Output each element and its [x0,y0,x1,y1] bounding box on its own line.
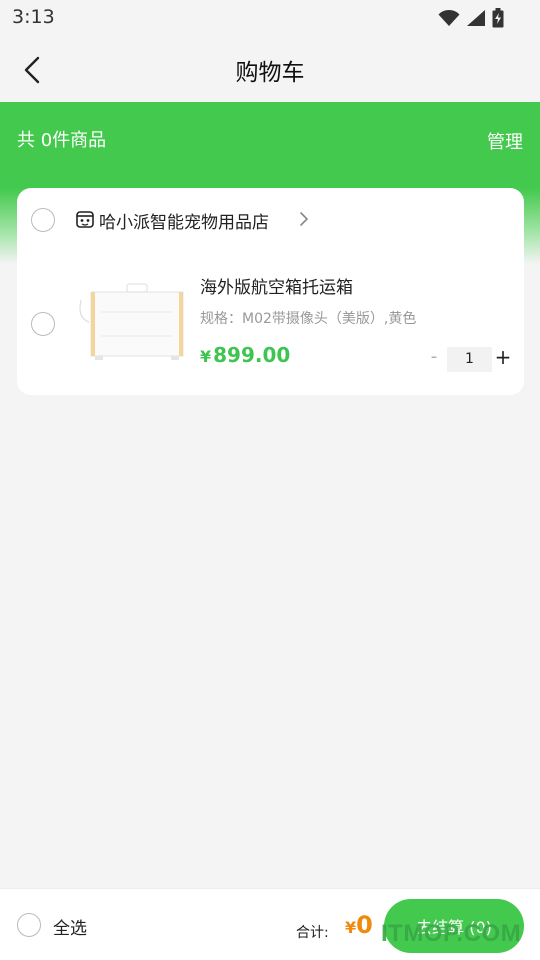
item-count: 共 0件商品 [17,130,107,151]
quantity-decrease-button[interactable]: - [425,346,443,367]
select-all-radio[interactable] [17,913,41,937]
product-price: ¥899.00 [200,343,290,367]
signal-icon [467,10,485,26]
chevron-right-icon[interactable] [299,211,309,227]
page-title: 购物车 [235,60,305,86]
status-time: 3:13 [12,6,55,28]
wifi-icon [438,10,460,26]
store-name[interactable]: 哈小派智能宠物用品店 [99,208,269,233]
price-currency: ¥ [200,347,212,366]
store-select-radio[interactable] [31,208,55,232]
status-icons [438,8,504,28]
quantity-value[interactable]: 1 [447,347,492,372]
price-value: 899.00 [213,343,291,367]
product-title[interactable]: 海外版航空箱托运箱 [200,273,353,298]
total-currency: ¥ [345,918,357,937]
quantity-increase-button[interactable]: + [493,345,513,369]
total-label: 合计: [296,925,329,941]
store-card: 哈小派智能宠物用品店 海外版航空箱托运箱 规格：M02带摄像头（美版）,黄色 ¥… [17,188,524,395]
nav-bar: 购物车 [0,36,540,102]
pet-carrier-image [79,283,184,360]
watermark: ITMOP.COM [381,920,522,947]
total-value: ¥0 [345,911,373,939]
status-bar: 3:13 [0,0,540,36]
product-image[interactable] [75,278,187,364]
manage-button[interactable]: 管理 [487,128,523,154]
battery-charging-icon [492,8,504,28]
select-all-label[interactable]: 全选 [53,914,87,939]
store-icon [76,211,94,228]
item-select-radio[interactable] [31,312,55,336]
product-spec: 规格：M02带摄像头（美版）,黄色 [200,311,417,327]
total-amount: 0 [356,911,373,939]
